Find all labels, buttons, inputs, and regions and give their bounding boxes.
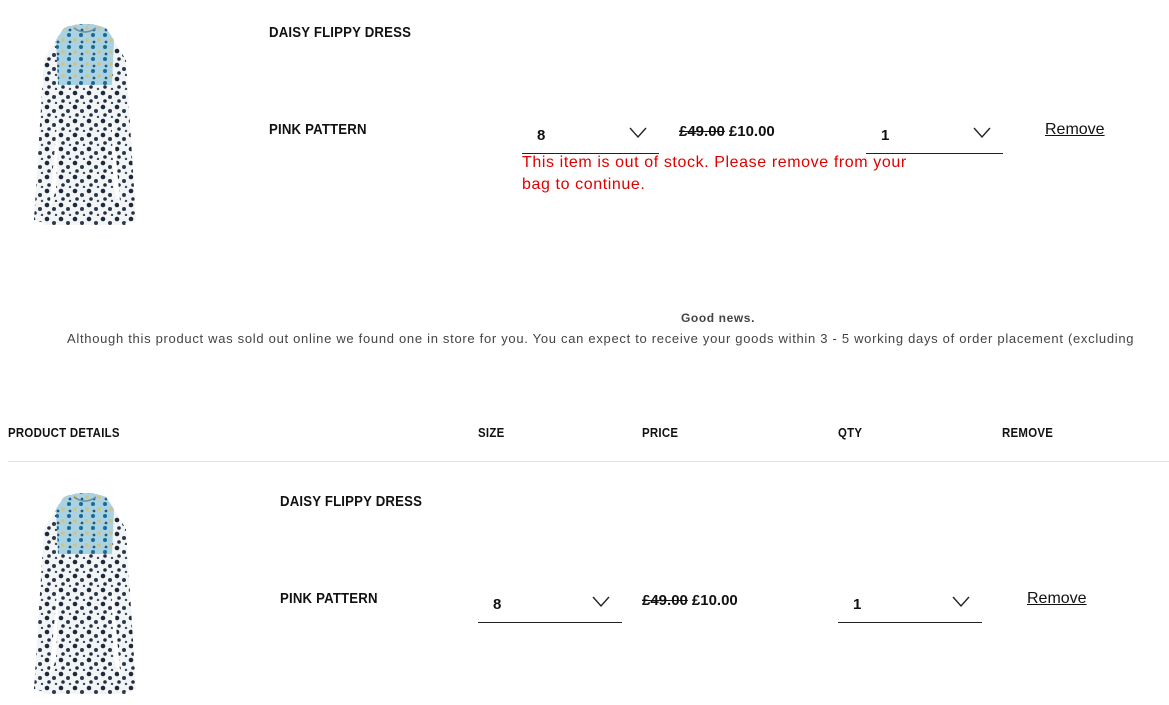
column-product-details: PRODUCT DETAILS	[8, 425, 120, 440]
quantity-value: 1	[853, 596, 862, 613]
remove-link[interactable]: Remove	[1045, 121, 1105, 139]
sale-price: £10.00	[691, 592, 738, 609]
size-select[interactable]: 8	[478, 586, 622, 623]
size-value: 8	[493, 596, 502, 613]
quantity-value: 1	[881, 127, 890, 144]
chevron-down-icon	[629, 127, 647, 139]
product-colour: PINK PATTERN	[280, 590, 378, 607]
chevron-down-icon	[592, 596, 610, 608]
sale-price: £10.00	[728, 123, 775, 140]
dress-image[interactable]	[30, 20, 140, 230]
out-of-stock-message: This item is out of stock. Please remove…	[522, 154, 907, 193]
chevron-down-icon	[973, 127, 991, 139]
size-value: 8	[537, 127, 546, 144]
header-divider	[8, 461, 1169, 462]
price: £49.00 £10.00	[679, 123, 775, 140]
original-price: £49.00	[679, 123, 725, 140]
column-remove: REMOVE	[1002, 425, 1054, 440]
column-size: SIZE	[478, 425, 505, 440]
original-price: £49.00	[642, 592, 688, 609]
product-name: DAISY FLIPPY DRESS	[269, 24, 412, 41]
good-news-title: Good news.	[681, 311, 756, 325]
column-qty: QTY	[838, 425, 863, 440]
price: £49.00 £10.00	[642, 592, 738, 609]
quantity-select[interactable]: 1	[838, 586, 982, 623]
product-colour: PINK PATTERN	[269, 121, 367, 138]
dress-image[interactable]	[30, 489, 140, 699]
column-price: PRICE	[642, 425, 679, 440]
chevron-down-icon	[952, 596, 970, 608]
quantity-select[interactable]: 1	[866, 117, 1003, 154]
remove-link[interactable]: Remove	[1027, 590, 1087, 608]
product-name: DAISY FLIPPY DRESS	[280, 493, 423, 510]
size-select[interactable]: 8	[522, 117, 659, 154]
store-stock-notice: Although this product was sold out onlin…	[67, 331, 1135, 346]
